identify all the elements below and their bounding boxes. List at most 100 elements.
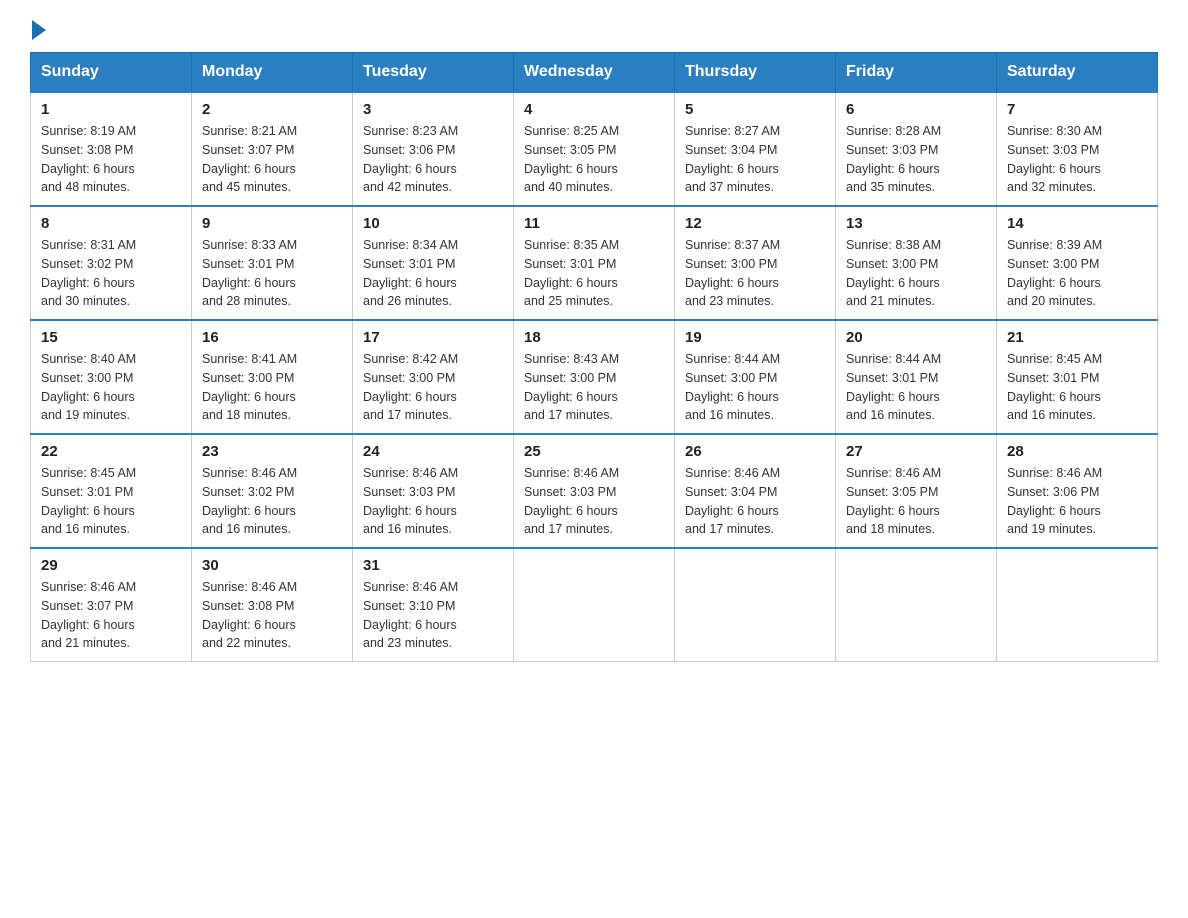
day-number: 6 bbox=[846, 101, 986, 118]
day-info: Sunrise: 8:25 AMSunset: 3:05 PMDaylight:… bbox=[524, 122, 664, 197]
day-info: Sunrise: 8:43 AMSunset: 3:00 PMDaylight:… bbox=[524, 350, 664, 425]
calendar-week-row: 29Sunrise: 8:46 AMSunset: 3:07 PMDayligh… bbox=[31, 548, 1158, 662]
day-info: Sunrise: 8:27 AMSunset: 3:04 PMDaylight:… bbox=[685, 122, 825, 197]
day-info: Sunrise: 8:46 AMSunset: 3:04 PMDaylight:… bbox=[685, 464, 825, 539]
day-number: 30 bbox=[202, 557, 342, 574]
header-saturday: Saturday bbox=[997, 53, 1158, 93]
calendar-cell: 28Sunrise: 8:46 AMSunset: 3:06 PMDayligh… bbox=[997, 434, 1158, 548]
day-number: 4 bbox=[524, 101, 664, 118]
calendar-cell: 27 Sunrise: 8:46 AMSunset: 3:05 PMDayligh… bbox=[836, 434, 997, 548]
day-info: Sunrise: 8:38 AMSunset: 3:00 PMDaylight:… bbox=[846, 236, 986, 311]
calendar-cell: 15 Sunrise: 8:40 AMSunset: 3:00 PMDayligh… bbox=[31, 320, 192, 434]
day-info: Sunrise: 8:46 AMSunset: 3:03 PMDaylight:… bbox=[524, 464, 664, 539]
calendar-cell bbox=[675, 548, 836, 662]
calendar-cell: 29Sunrise: 8:46 AMSunset: 3:07 PMDayligh… bbox=[31, 548, 192, 662]
calendar-cell: 22 Sunrise: 8:45 AMSunset: 3:01 PMDayligh… bbox=[31, 434, 192, 548]
calendar-week-row: 8 Sunrise: 8:31 AMSunset: 3:02 PMDaylight… bbox=[31, 206, 1158, 320]
calendar-cell: 13 Sunrise: 8:38 AMSunset: 3:00 PMDayligh… bbox=[836, 206, 997, 320]
day-number: 24 bbox=[363, 443, 503, 460]
day-number: 20 bbox=[846, 329, 986, 346]
day-number: 3 bbox=[363, 101, 503, 118]
day-number: 19 bbox=[685, 329, 825, 346]
day-info: Sunrise: 8:46 AMSunset: 3:02 PMDaylight:… bbox=[202, 464, 342, 539]
day-info: Sunrise: 8:46 AMSunset: 3:05 PMDaylight:… bbox=[846, 464, 986, 539]
calendar-cell: 12Sunrise: 8:37 AMSunset: 3:00 PMDayligh… bbox=[675, 206, 836, 320]
day-info: Sunrise: 8:39 AMSunset: 3:00 PMDaylight:… bbox=[1007, 236, 1147, 311]
calendar-cell: 30Sunrise: 8:46 AMSunset: 3:08 PMDayligh… bbox=[192, 548, 353, 662]
calendar-cell: 3Sunrise: 8:23 AMSunset: 3:06 PMDaylight… bbox=[353, 92, 514, 206]
day-number: 23 bbox=[202, 443, 342, 460]
calendar-cell: 5 Sunrise: 8:27 AMSunset: 3:04 PMDaylight… bbox=[675, 92, 836, 206]
day-info: Sunrise: 8:33 AMSunset: 3:01 PMDaylight:… bbox=[202, 236, 342, 311]
day-info: Sunrise: 8:44 AMSunset: 3:00 PMDaylight:… bbox=[685, 350, 825, 425]
calendar-cell: 16 Sunrise: 8:41 AMSunset: 3:00 PMDayligh… bbox=[192, 320, 353, 434]
day-number: 5 bbox=[685, 101, 825, 118]
calendar-cell: 2 Sunrise: 8:21 AMSunset: 3:07 PMDaylight… bbox=[192, 92, 353, 206]
calendar-cell: 11Sunrise: 8:35 AMSunset: 3:01 PMDayligh… bbox=[514, 206, 675, 320]
day-info: Sunrise: 8:34 AMSunset: 3:01 PMDaylight:… bbox=[363, 236, 503, 311]
calendar-cell: 9 Sunrise: 8:33 AMSunset: 3:01 PMDaylight… bbox=[192, 206, 353, 320]
day-info: Sunrise: 8:37 AMSunset: 3:00 PMDaylight:… bbox=[685, 236, 825, 311]
day-info: Sunrise: 8:42 AMSunset: 3:00 PMDaylight:… bbox=[363, 350, 503, 425]
day-info: Sunrise: 8:46 AMSunset: 3:10 PMDaylight:… bbox=[363, 578, 503, 653]
calendar-cell: 4 Sunrise: 8:25 AMSunset: 3:05 PMDaylight… bbox=[514, 92, 675, 206]
calendar-cell: 31 Sunrise: 8:46 AMSunset: 3:10 PMDayligh… bbox=[353, 548, 514, 662]
day-info: Sunrise: 8:30 AMSunset: 3:03 PMDaylight:… bbox=[1007, 122, 1147, 197]
calendar-cell bbox=[836, 548, 997, 662]
calendar-table: SundayMondayTuesdayWednesdayThursdayFrid… bbox=[30, 52, 1158, 662]
header-thursday: Thursday bbox=[675, 53, 836, 93]
day-info: Sunrise: 8:46 AMSunset: 3:07 PMDaylight:… bbox=[41, 578, 181, 653]
day-info: Sunrise: 8:40 AMSunset: 3:00 PMDaylight:… bbox=[41, 350, 181, 425]
calendar-week-row: 1 Sunrise: 8:19 AMSunset: 3:08 PMDaylight… bbox=[31, 92, 1158, 206]
day-number: 25 bbox=[524, 443, 664, 460]
calendar-cell: 23 Sunrise: 8:46 AMSunset: 3:02 PMDayligh… bbox=[192, 434, 353, 548]
calendar-week-row: 22 Sunrise: 8:45 AMSunset: 3:01 PMDayligh… bbox=[31, 434, 1158, 548]
day-number: 13 bbox=[846, 215, 986, 232]
header-sunday: Sunday bbox=[31, 53, 192, 93]
day-number: 14 bbox=[1007, 215, 1147, 232]
calendar-cell: 14 Sunrise: 8:39 AMSunset: 3:00 PMDayligh… bbox=[997, 206, 1158, 320]
day-number: 16 bbox=[202, 329, 342, 346]
day-info: Sunrise: 8:21 AMSunset: 3:07 PMDaylight:… bbox=[202, 122, 342, 197]
calendar-cell: 10Sunrise: 8:34 AMSunset: 3:01 PMDayligh… bbox=[353, 206, 514, 320]
calendar-cell: 8 Sunrise: 8:31 AMSunset: 3:02 PMDaylight… bbox=[31, 206, 192, 320]
calendar-cell: 6 Sunrise: 8:28 AMSunset: 3:03 PMDaylight… bbox=[836, 92, 997, 206]
day-number: 31 bbox=[363, 557, 503, 574]
logo-arrow-icon bbox=[32, 20, 46, 40]
day-number: 9 bbox=[202, 215, 342, 232]
calendar-cell: 7 Sunrise: 8:30 AMSunset: 3:03 PMDaylight… bbox=[997, 92, 1158, 206]
calendar-cell: 1 Sunrise: 8:19 AMSunset: 3:08 PMDaylight… bbox=[31, 92, 192, 206]
day-number: 8 bbox=[41, 215, 181, 232]
header-tuesday: Tuesday bbox=[353, 53, 514, 93]
day-number: 27 bbox=[846, 443, 986, 460]
day-info: Sunrise: 8:19 AMSunset: 3:08 PMDaylight:… bbox=[41, 122, 181, 197]
day-number: 22 bbox=[41, 443, 181, 460]
calendar-cell: 26 Sunrise: 8:46 AMSunset: 3:04 PMDayligh… bbox=[675, 434, 836, 548]
day-number: 2 bbox=[202, 101, 342, 118]
day-info: Sunrise: 8:41 AMSunset: 3:00 PMDaylight:… bbox=[202, 350, 342, 425]
calendar-cell: 20 Sunrise: 8:44 AMSunset: 3:01 PMDayligh… bbox=[836, 320, 997, 434]
day-info: Sunrise: 8:46 AMSunset: 3:03 PMDaylight:… bbox=[363, 464, 503, 539]
day-info: Sunrise: 8:44 AMSunset: 3:01 PMDaylight:… bbox=[846, 350, 986, 425]
day-info: Sunrise: 8:46 AMSunset: 3:06 PMDaylight:… bbox=[1007, 464, 1147, 539]
day-number: 18 bbox=[524, 329, 664, 346]
day-number: 21 bbox=[1007, 329, 1147, 346]
day-number: 1 bbox=[41, 101, 181, 118]
calendar-cell: 21Sunrise: 8:45 AMSunset: 3:01 PMDayligh… bbox=[997, 320, 1158, 434]
calendar-cell: 18 Sunrise: 8:43 AMSunset: 3:00 PMDayligh… bbox=[514, 320, 675, 434]
page-header bbox=[30, 20, 1158, 42]
day-number: 26 bbox=[685, 443, 825, 460]
calendar-cell bbox=[997, 548, 1158, 662]
day-number: 7 bbox=[1007, 101, 1147, 118]
day-info: Sunrise: 8:28 AMSunset: 3:03 PMDaylight:… bbox=[846, 122, 986, 197]
day-number: 11 bbox=[524, 215, 664, 232]
calendar-cell: 25 Sunrise: 8:46 AMSunset: 3:03 PMDayligh… bbox=[514, 434, 675, 548]
header-friday: Friday bbox=[836, 53, 997, 93]
header-wednesday: Wednesday bbox=[514, 53, 675, 93]
calendar-header-row: SundayMondayTuesdayWednesdayThursdayFrid… bbox=[31, 53, 1158, 93]
header-monday: Monday bbox=[192, 53, 353, 93]
day-info: Sunrise: 8:31 AMSunset: 3:02 PMDaylight:… bbox=[41, 236, 181, 311]
day-number: 15 bbox=[41, 329, 181, 346]
day-number: 17 bbox=[363, 329, 503, 346]
day-info: Sunrise: 8:45 AMSunset: 3:01 PMDaylight:… bbox=[41, 464, 181, 539]
